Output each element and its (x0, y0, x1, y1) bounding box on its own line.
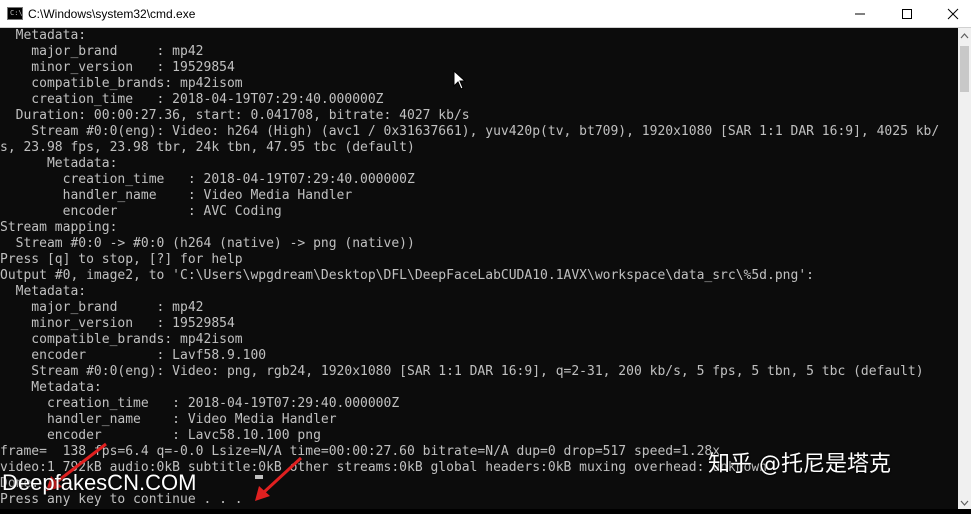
console-line: compatible_brands: mp42isom (0, 332, 243, 347)
console-line: Stream #0:0(eng): Video: png, rgb24, 192… (0, 364, 924, 379)
console-line: encoder : Lavf58.9.100 (0, 348, 267, 363)
title-bar[interactable]: C:\ C:\Windows\system32\cmd.exe (0, 0, 971, 28)
console-line: encoder : AVC Coding (0, 204, 282, 219)
console-line: Stream #0:0 -> #0:0 (h264 (native) -> pn… (0, 236, 415, 251)
console-line: Stream mapping: (0, 220, 118, 235)
console-line: Output #0, image2, to 'C:\Users\wpgdream… (0, 268, 814, 283)
watermark-deepfakescn: DeepfakesCN.COM (2, 470, 197, 495)
console-line: Duration: 00:00:27.36, start: 0.041708, … (0, 108, 470, 123)
console-line: compatible_brands: mp42isom (0, 76, 243, 91)
console-line: handler_name : Video Media Handler (0, 412, 337, 427)
console-line: major_brand : mp42 (0, 44, 204, 59)
maximize-icon (902, 9, 912, 19)
watermark-zhihu: 知乎 @托尼是塔克 (708, 452, 891, 477)
mouse-pointer-icon (453, 70, 467, 90)
scroll-down-button[interactable] (958, 495, 971, 509)
minimize-button[interactable] (837, 0, 883, 27)
console-line: handler_name : Video Media Handler (0, 188, 353, 203)
console-line: Metadata: (0, 284, 87, 299)
minimize-icon (855, 13, 865, 15)
close-icon (947, 8, 959, 20)
console-line: s, 23.98 fps, 23.98 tbr, 24k tbn, 47.95 … (0, 140, 415, 155)
console-line: creation_time : 2018-04-19T07:29:40.0000… (0, 172, 415, 187)
chevron-down-icon (960, 500, 969, 506)
scroll-thumb[interactable] (960, 46, 969, 92)
console-line: Metadata: (0, 28, 87, 43)
window-title: C:\Windows\system32\cmd.exe (28, 7, 196, 21)
chevron-up-icon (960, 33, 969, 39)
console-line: creation_time : 2018-04-19T07:29:40.0000… (0, 92, 384, 107)
scroll-up-button[interactable] (958, 28, 971, 42)
console-line: minor_version : 19529854 (0, 316, 235, 331)
console-line: minor_version : 19529854 (0, 60, 235, 75)
maximize-button[interactable] (884, 0, 930, 27)
console-line: Metadata: (0, 380, 102, 395)
console-line: Press [q] to stop, [?] for help (0, 252, 243, 267)
red-arrow-icon (255, 456, 303, 501)
vertical-scrollbar[interactable] (958, 28, 971, 509)
cmd-icon-label: C:\ (10, 9, 23, 17)
console-line: Metadata: (0, 156, 118, 171)
cmd-app-icon[interactable]: C:\ (7, 7, 23, 20)
console-output[interactable]: Metadata: major_brand : mp42 minor_versi… (0, 28, 958, 509)
close-button[interactable] (930, 0, 971, 27)
console-line: creation_time : 2018-04-19T07:29:40.0000… (0, 396, 400, 411)
console-line: major_brand : mp42 (0, 300, 204, 315)
console-line: Stream #0:0(eng): Video: h264 (High) (av… (0, 124, 940, 139)
